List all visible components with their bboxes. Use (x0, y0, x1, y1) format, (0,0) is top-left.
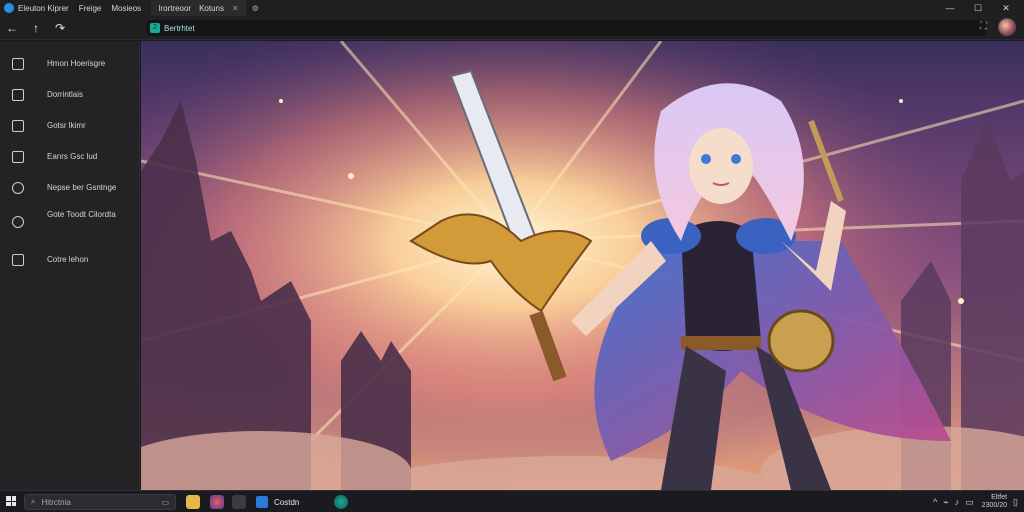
taskbar-app-active[interactable]: Costdn (256, 494, 299, 510)
sidebar-item-label: Cotre lehon (47, 255, 89, 264)
sidebar-item-6[interactable]: Cotre lehon (0, 247, 140, 271)
document-icon (12, 120, 24, 132)
taskbar-search[interactable]: ⌕ Hitrctnia ▭ (24, 494, 176, 510)
window-controls: — ☐ ✕ (936, 0, 1020, 16)
clock-icon (12, 182, 24, 194)
up-icon[interactable]: ↑ (28, 20, 44, 36)
sidebar-item-label: Gote Toodt Cilordta (47, 210, 116, 219)
image-icon (12, 151, 24, 163)
menu-item-edit[interactable]: Freige (79, 4, 102, 13)
sidebar-item-label: Eanrs Gsc lud (47, 152, 98, 161)
store-icon[interactable] (334, 495, 348, 509)
settings-icon: ⚙ (251, 3, 259, 13)
search-icon: ⌕ (31, 497, 36, 506)
title-bar: Eleuton Kiprer Freige Mosieos Irortreoor… (0, 0, 1024, 16)
tab-second[interactable]: ⚙ (244, 0, 265, 16)
system-tray: ^ ⌁ ♪ ▭ Eltfet 2300/20 ▯ (933, 494, 1018, 510)
folder-icon (12, 58, 24, 70)
fantasy-warrior-illustration (141, 41, 1024, 490)
file-explorer-icon[interactable] (186, 495, 200, 509)
sidebar-item-label: Nepse ber Gsntnge (47, 183, 117, 192)
clock-date: 2300/20 (981, 502, 1008, 509)
app-label: Costdn (274, 497, 300, 507)
tab-label: Irortreoor (158, 3, 192, 13)
tab-close-icon[interactable]: ✕ (232, 4, 239, 13)
address-bar[interactable]: 2 Bertrhtet (146, 20, 986, 36)
minimize-button[interactable]: — (936, 0, 964, 16)
network-icon[interactable]: ⌁ (943, 497, 948, 508)
extension-icon[interactable]: ⛶ (980, 21, 987, 32)
chevron-up-icon[interactable]: ^ (933, 497, 937, 507)
sidebar-item-label: Gotsr lkimr (47, 121, 86, 130)
back-icon[interactable]: ← (4, 20, 20, 36)
square-icon (12, 89, 24, 101)
toolbar: ← ↑ ↷ 2 Bertrhtet ⛶ (0, 16, 1024, 40)
battery-icon[interactable]: ▭ (965, 497, 974, 508)
app-icon[interactable] (232, 495, 246, 509)
tab-extra: Kotuns (199, 3, 224, 13)
maximize-button[interactable]: ☐ (964, 0, 992, 16)
clock-time: Eltfet (991, 494, 1008, 501)
app-logo-icon (4, 3, 14, 13)
clock[interactable]: Eltfet 2300/20 (982, 494, 1007, 510)
app-window-icon (256, 496, 268, 508)
pie-icon (12, 216, 24, 228)
sidebar-item-1[interactable]: Dorrintlais (0, 82, 140, 106)
tab-active[interactable]: Irortreoor Kotuns ✕ (151, 0, 245, 16)
sidebar: Hmon Hoerisgre Dorrintlais Gotsr lkimr E… (0, 41, 140, 490)
address-text: Bertrhtet (164, 23, 195, 33)
main-image (141, 41, 1024, 490)
browser-icon[interactable] (210, 495, 224, 509)
close-button[interactable]: ✕ (992, 0, 1020, 16)
sidebar-item-5[interactable]: Gote Toodt Cilordta (0, 207, 140, 237)
search-placeholder: Hitrctnia (41, 497, 71, 507)
search-side-icon: ▭ (161, 497, 169, 507)
sidebar-item-label: Hmon Hoerisgre (47, 59, 106, 68)
sidebar-item-0[interactable]: Hmon Hoerisgre (0, 51, 140, 75)
site-icon: 2 (150, 23, 160, 33)
forward-icon[interactable]: ↷ (52, 20, 68, 36)
sidebar-item-label: Dorrintlais (47, 90, 84, 99)
start-button[interactable] (6, 496, 16, 506)
volume-icon[interactable]: ♪ (955, 497, 960, 507)
gallery-icon (12, 254, 24, 266)
notification-icon[interactable]: ▯ (1013, 497, 1018, 508)
avatar[interactable] (998, 18, 1016, 36)
menu-item-view[interactable]: Mosieos (111, 4, 141, 13)
sidebar-item-3[interactable]: Eanrs Gsc lud (0, 144, 140, 168)
menu-item-file[interactable]: Eleuton Kiprer (18, 4, 69, 13)
sidebar-item-2[interactable]: Gotsr lkimr (0, 113, 140, 137)
taskbar: ⌕ Hitrctnia ▭ Costdn ^ ⌁ ♪ ▭ Eltfet 2300… (0, 490, 1024, 512)
sidebar-item-4[interactable]: Nepse ber Gsntnge (0, 175, 140, 199)
